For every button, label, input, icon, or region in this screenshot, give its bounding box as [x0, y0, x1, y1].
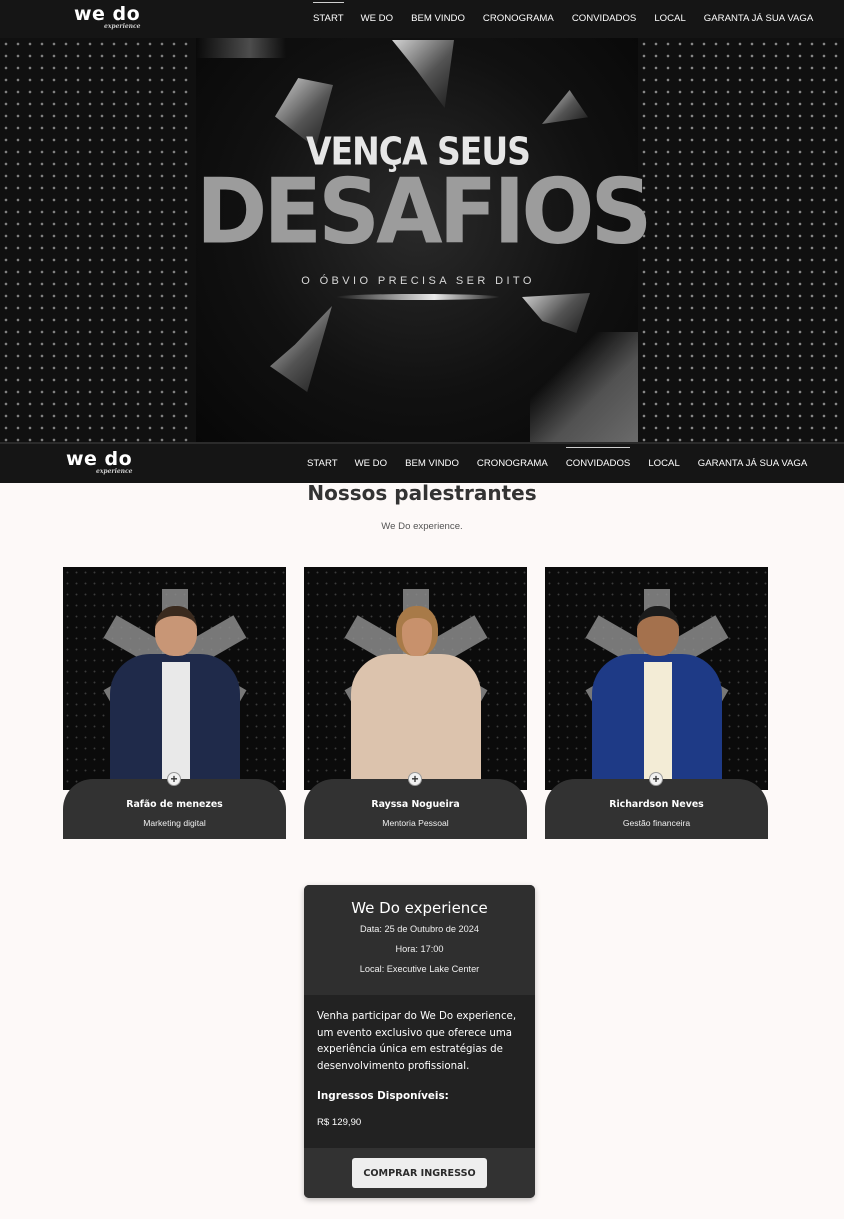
nav-item-cronograma[interactable]: CRONOGRAMA [483, 13, 554, 24]
ticket-card: We Do experience Data: 25 de Outubro de … [304, 885, 535, 1198]
top-nav-links: START WE DO BEM VINDO CRONOGRAMA CONVIDA… [313, 2, 813, 24]
plus-icon[interactable]: + [167, 772, 181, 786]
logo-main-text: we do [74, 3, 141, 25]
ticket-description: Venha participar do We Do experience, um… [317, 1011, 517, 1072]
hero-headline-line2: DESAFIOS [196, 159, 652, 265]
ticket-date: Data: 25 de Outubro de 2024 [359, 924, 480, 934]
nav-item-cronograma[interactable]: CRONOGRAMA [477, 458, 548, 469]
nav-item-convidados[interactable]: CONVIDADOS [572, 13, 637, 24]
nav-item-we-do[interactable]: WE DO [361, 13, 394, 24]
logo[interactable]: we do experience [66, 448, 133, 475]
nav-item-local[interactable]: LOCAL [648, 458, 679, 469]
hero-banner: VENÇA SEUS DESAFIOS O ÓBVIO PRECISA SER … [0, 38, 844, 442]
speaker-role: Gestão financeira [622, 818, 691, 828]
speaker-info-panel: + Richardson Neves Gestão financeira [545, 772, 768, 839]
nav-item-start[interactable]: START [307, 458, 338, 469]
speaker-photo [545, 567, 768, 790]
ticket-body: Venha participar do We Do experience, um… [304, 995, 535, 1148]
ticket-price: R$ 129,90 [317, 1117, 362, 1128]
speakers-subtitle: We Do experience. [381, 521, 463, 532]
plus-icon[interactable]: + [408, 772, 422, 786]
nav-item-local[interactable]: LOCAL [654, 13, 685, 24]
speaker-name: Richardson Neves [609, 799, 704, 810]
ticket-header: We Do experience Data: 25 de Outubro de … [304, 885, 535, 995]
ticket-title: We Do experience [351, 899, 488, 917]
speaker-name: Rayssa Nogueira [371, 799, 460, 810]
sticky-nav-links: START WE DO BEM VINDO CRONOGRAMA CONVIDA… [307, 447, 807, 469]
logo[interactable]: we do experience [74, 3, 141, 30]
speaker-info-panel: + Rayssa Nogueira Mentoria Pessoal [304, 772, 527, 839]
hero-light-streak [196, 38, 286, 58]
buy-ticket-button[interactable]: COMPRAR INGRESSO [352, 1158, 487, 1188]
ticket-footer: COMPRAR INGRESSO [304, 1148, 535, 1198]
nav-item-garanta[interactable]: GARANTA JÁ SUA VAGA [704, 13, 813, 24]
speaker-info-panel: + Rafão de menezes Marketing digital [63, 772, 286, 839]
nav-item-convidados[interactable]: CONVIDADOS [565, 447, 630, 469]
speaker-figure [591, 600, 722, 790]
nav-item-garanta[interactable]: GARANTA JÁ SUA VAGA [698, 458, 807, 469]
logo-sub-text: experience [104, 23, 141, 30]
speaker-figure [109, 600, 240, 790]
hero-dot-pattern-right [638, 38, 844, 442]
speaker-role: Mentoria Pessoal [382, 818, 449, 828]
sticky-navbar: we do experience START WE DO BEM VINDO C… [0, 442, 844, 483]
hero-light-glow [530, 332, 640, 442]
ticket-available-label: Ingressos Disponíveis: [317, 1090, 449, 1102]
speaker-card[interactable]: + Rayssa Nogueira Mentoria Pessoal [304, 567, 527, 839]
hero-dot-pattern-left [0, 38, 196, 442]
speaker-card[interactable]: + Richardson Neves Gestão financeira [545, 567, 768, 839]
speaker-photo [63, 567, 286, 790]
nav-item-bem-vindo[interactable]: BEM VINDO [411, 13, 465, 24]
logo-main-text: we do [66, 448, 133, 470]
hero-swoosh-line [336, 294, 500, 300]
speaker-card[interactable]: + Rafão de menezes Marketing digital [63, 567, 286, 839]
speaker-name: Rafão de menezes [126, 799, 223, 810]
top-navbar: we do experience START WE DO BEM VINDO C… [0, 0, 844, 38]
hero-tagline: O ÓBVIO PRECISA SER DITO [301, 275, 535, 287]
nav-item-start[interactable]: START [313, 2, 344, 24]
logo-sub-text: experience [96, 468, 133, 475]
plus-icon[interactable]: + [649, 772, 663, 786]
speakers-title: Nossos palestrantes [307, 481, 537, 505]
nav-item-we-do[interactable]: WE DO [355, 458, 388, 469]
ticket-time: Hora: 17:00 [395, 944, 444, 954]
speaker-figure [350, 600, 481, 790]
nav-item-bem-vindo[interactable]: BEM VINDO [405, 458, 459, 469]
ticket-location: Local: Executive Lake Center [359, 964, 480, 974]
speaker-photo [304, 567, 527, 790]
speaker-role: Marketing digital [143, 818, 206, 828]
